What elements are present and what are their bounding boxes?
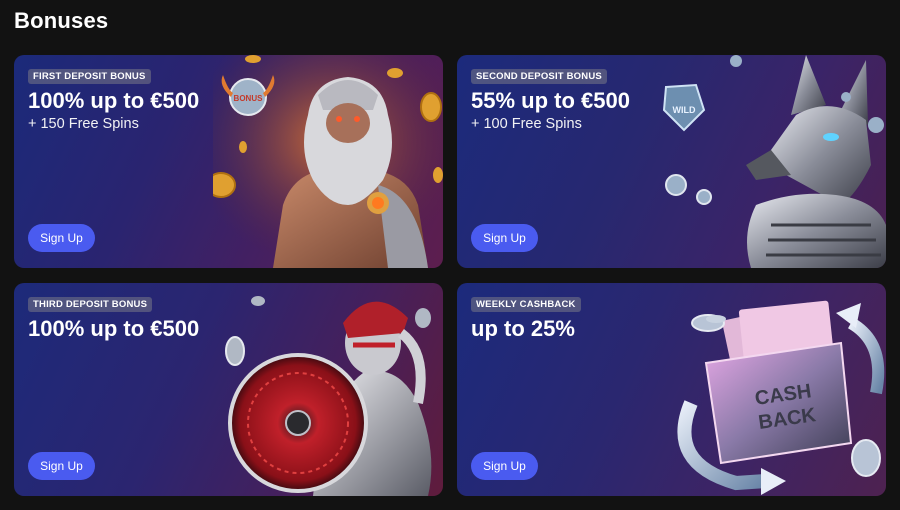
bonus-coin-label: BONUS (234, 94, 264, 103)
bonus-card-third-deposit: THIRD DEPOSIT BONUS 100% up to €500 Sign… (14, 283, 443, 496)
bonus-card-second-deposit: WILD SECOND DEPOSIT BONUS 55% up to €500… (457, 55, 886, 268)
sign-up-button[interactable]: Sign Up (471, 452, 538, 480)
sign-up-button[interactable]: Sign Up (471, 224, 538, 252)
bonus-headline: 55% up to €500 (471, 88, 630, 113)
sign-up-button[interactable]: Sign Up (28, 452, 95, 480)
bonus-card-weekly-cashback: CASH BACK WEEKLY CASHBACK up to 25% Sign… (457, 283, 886, 496)
bonus-headline: 100% up to €500 (28, 88, 200, 113)
zeus-illustration: BONUS (213, 55, 443, 268)
bonus-headline: 100% up to €500 (28, 316, 200, 341)
sign-up-button[interactable]: Sign Up (28, 224, 95, 252)
bonus-headline: up to 25% (471, 316, 575, 341)
bonus-badge: SECOND DEPOSIT BONUS (471, 69, 607, 84)
bonus-subline: + 100 Free Spins (471, 116, 582, 132)
bonus-grid: BONUS FIRST DEPOSIT BONUS 100% up to €50… (14, 55, 886, 496)
athena-illustration (225, 296, 432, 496)
bonus-badge: FIRST DEPOSIT BONUS (28, 69, 151, 84)
page-title: Bonuses (14, 8, 109, 33)
anubis-illustration: WILD (662, 55, 886, 268)
bonus-badge: THIRD DEPOSIT BONUS (28, 297, 153, 312)
bonus-card-first-deposit: BONUS FIRST DEPOSIT BONUS 100% up to €50… (14, 55, 443, 268)
bonus-badge: WEEKLY CASHBACK (471, 297, 581, 312)
wild-gem-label: WILD (673, 105, 696, 115)
cashback-wallet-illustration: CASH BACK (677, 300, 885, 495)
bonus-subline: + 150 Free Spins (28, 116, 139, 132)
